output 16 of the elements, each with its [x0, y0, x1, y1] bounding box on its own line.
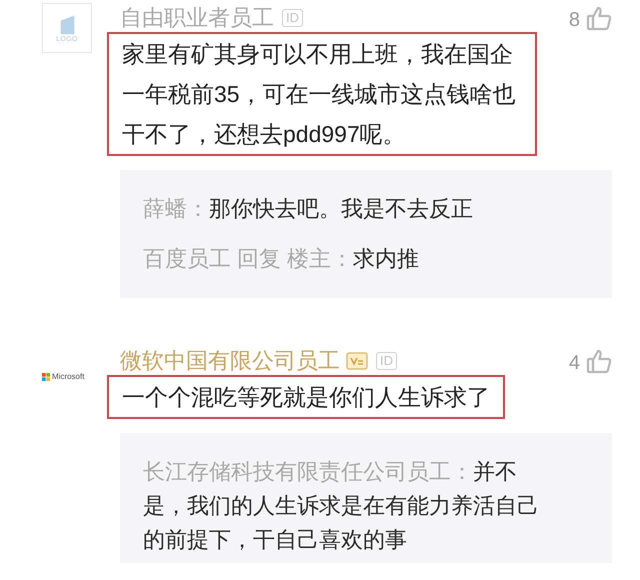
thumbs-up-icon[interactable]	[586, 4, 612, 30]
reply: 长江存储科技有限责任公司员工：并不是，我们的人生诉求是在有能力养活自己的前提下，干自己喜欢的事	[143, 458, 540, 554]
reply: 百度员工 回复 楼主：求内推	[143, 245, 420, 273]
comment-text: 家里有矿其身可以不用上班，我在国企一年税前35，可在一线城市这点钱啥也干不了，还想去pdd997呢。	[107, 32, 537, 156]
user-name[interactable]: 微软中国有限公司员工	[120, 346, 340, 374]
id-badge: ID	[376, 352, 397, 370]
reply: 薛蟠：那你快去吧。我是不去反正	[143, 195, 473, 223]
user-name[interactable]: 自由职业者员工	[120, 4, 274, 32]
thumbs-up-icon[interactable]	[586, 348, 612, 374]
like-count: 8	[568, 8, 580, 32]
id-badge: ID	[282, 8, 303, 26]
avatar-text: Microsoft	[52, 371, 84, 383]
windows-logo-icon	[42, 373, 50, 381]
comment-text: 一个个混吃等死就是你们人生诉求了	[107, 375, 505, 419]
like-count: 4	[568, 350, 580, 376]
building-icon	[58, 12, 76, 34]
